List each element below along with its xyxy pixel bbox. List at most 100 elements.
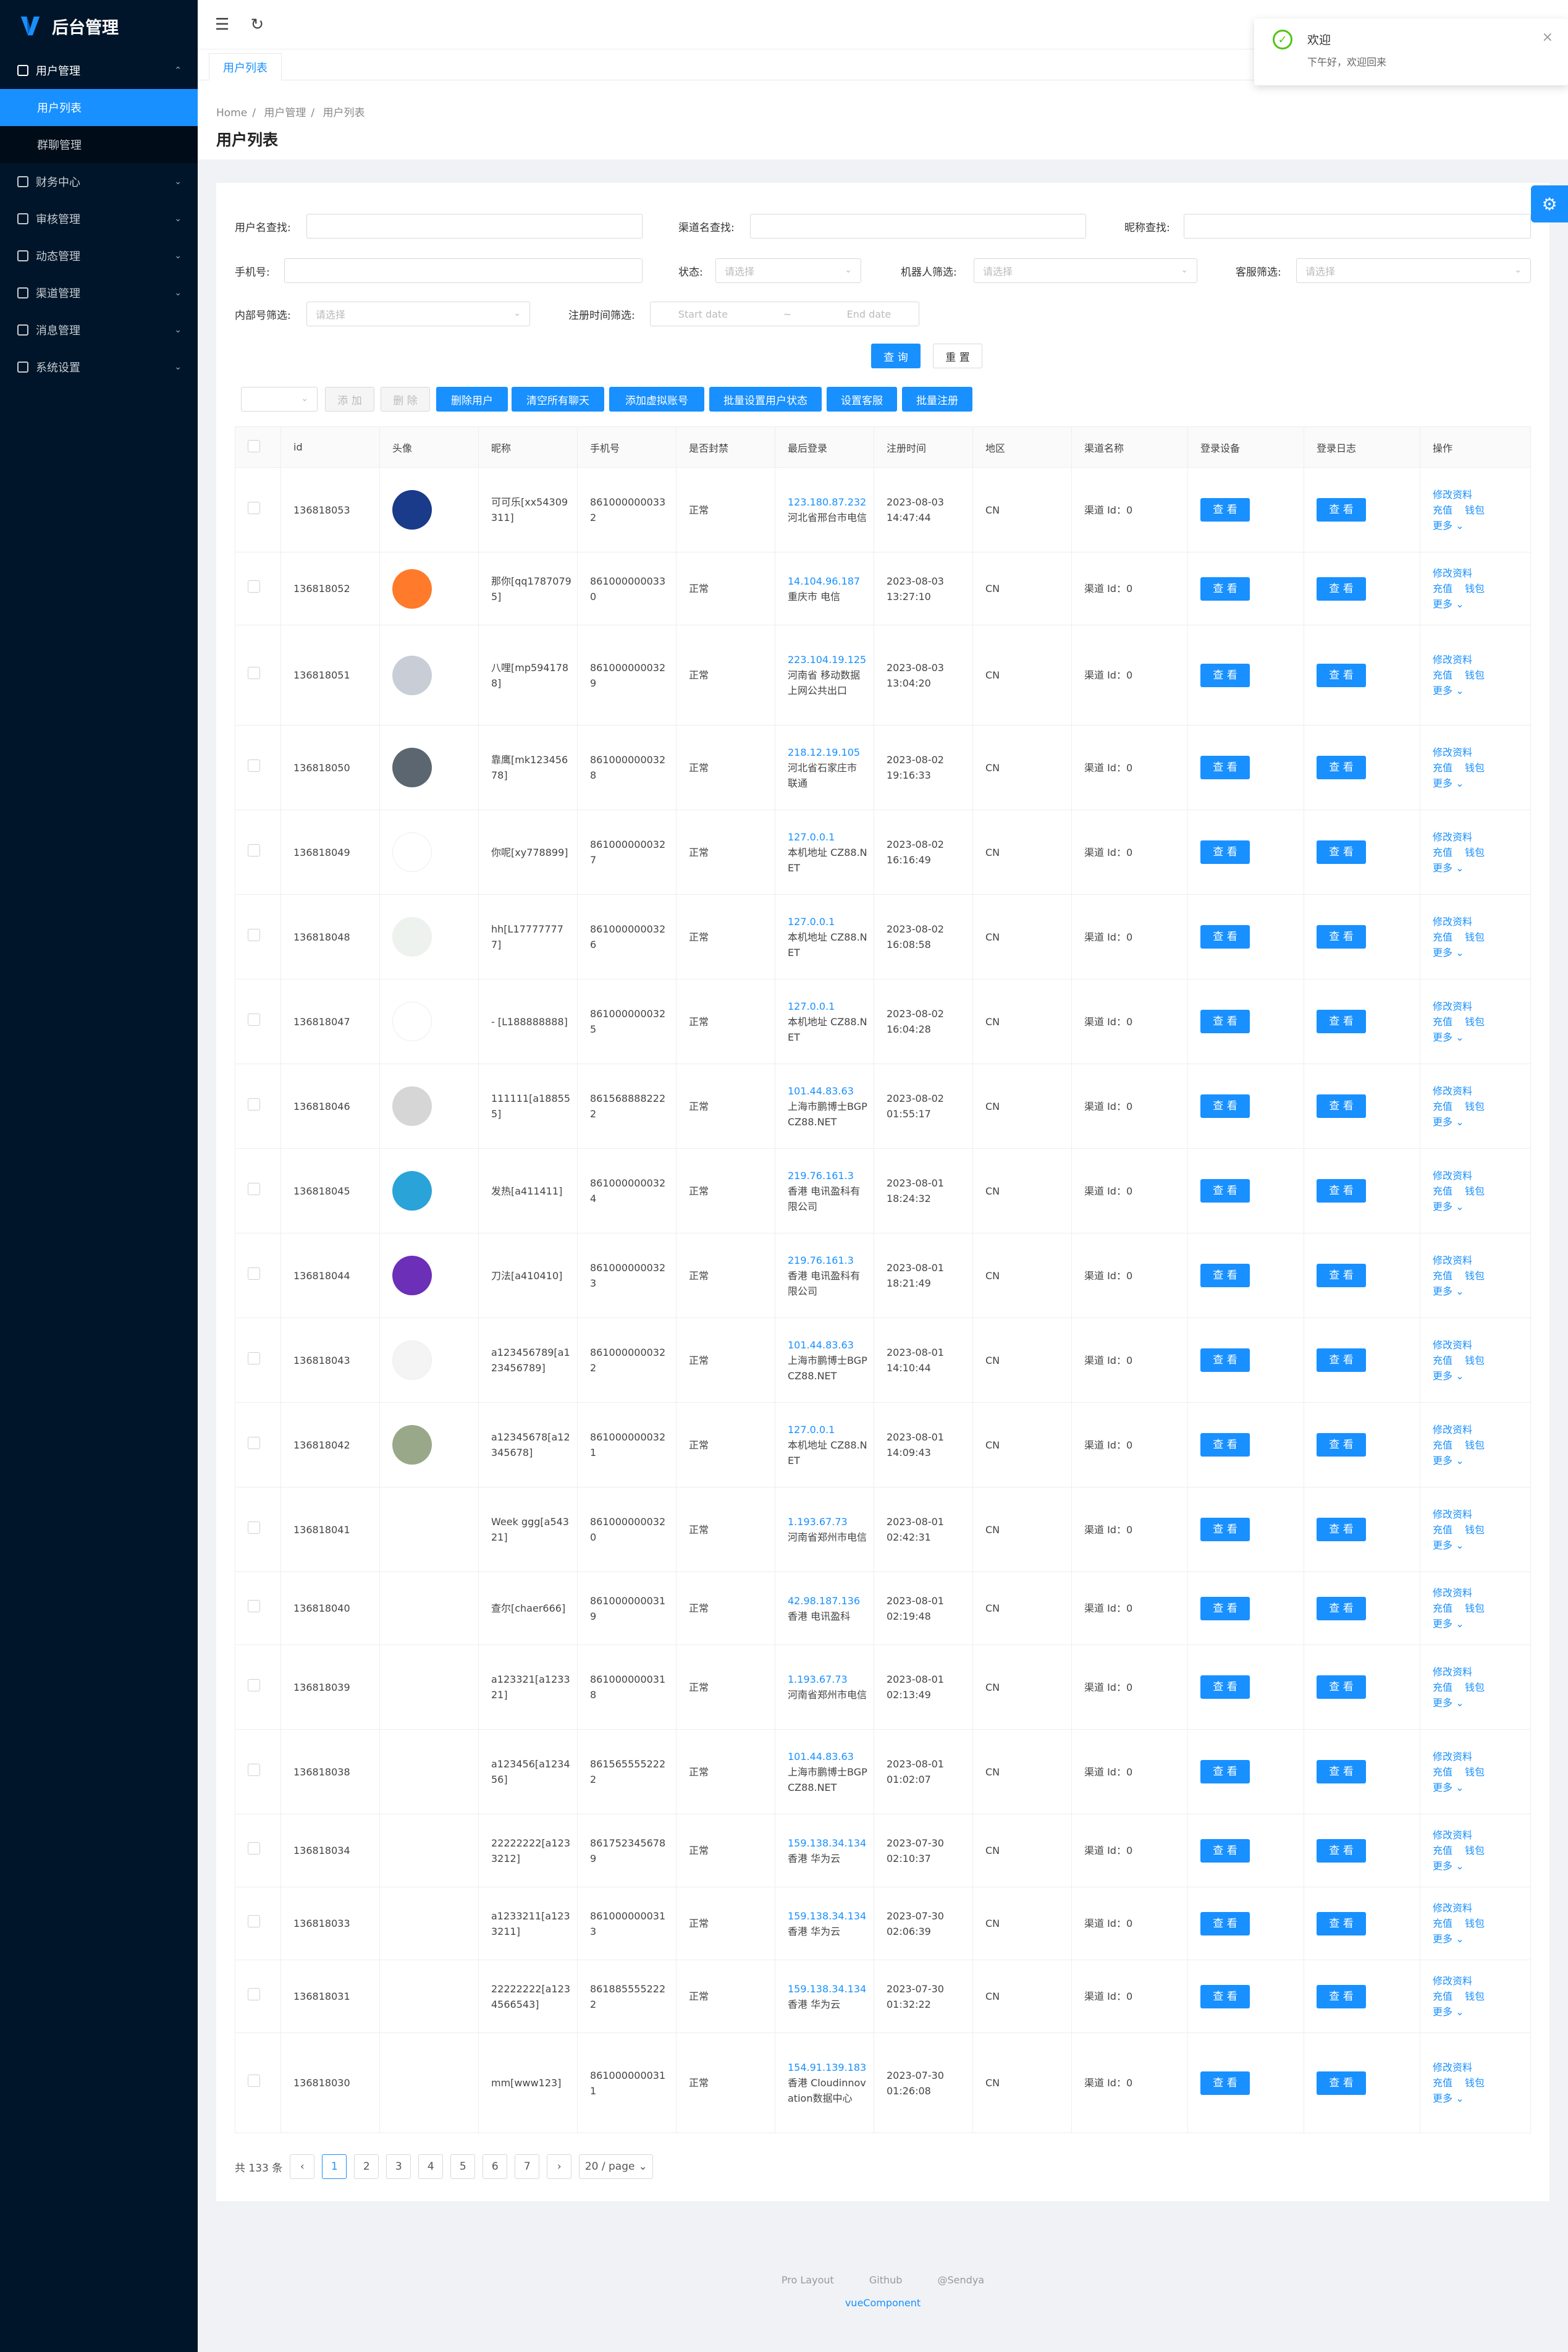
edit-profile-link[interactable]: 修改资料 [1433, 1170, 1472, 1182]
more-link[interactable]: 更多 ⌄ [1433, 1370, 1464, 1382]
last-login-ip[interactable]: 1.193.67.73 [788, 1672, 869, 1687]
more-link[interactable]: 更多 ⌄ [1433, 1285, 1464, 1297]
view-log-button[interactable]: 查 看 [1317, 1433, 1366, 1457]
edit-profile-link[interactable]: 修改资料 [1433, 1000, 1472, 1012]
reset-button[interactable]: 重 置 [933, 344, 982, 368]
recharge-link[interactable]: 充值 [1433, 2077, 1452, 2089]
phone-input[interactable] [284, 258, 643, 283]
edit-profile-link[interactable]: 修改资料 [1433, 1339, 1472, 1351]
breadcrumb-home[interactable]: Home [216, 107, 247, 119]
settings-drawer-toggle[interactable]: ⚙ [1531, 185, 1568, 222]
page-4-button[interactable]: 4 [418, 2154, 444, 2179]
last-login-ip[interactable]: 1.193.67.73 [788, 1514, 869, 1529]
view-log-button[interactable]: 查 看 [1317, 1264, 1366, 1287]
edit-profile-link[interactable]: 修改资料 [1433, 567, 1472, 579]
row-checkbox[interactable] [248, 1521, 260, 1534]
view-device-button[interactable]: 查 看 [1200, 663, 1250, 687]
edit-profile-link[interactable]: 修改资料 [1433, 831, 1472, 843]
last-login-ip[interactable]: 123.180.87.232 [788, 494, 869, 510]
row-checkbox[interactable] [248, 2075, 260, 2087]
recharge-link[interactable]: 充值 [1433, 1682, 1452, 1693]
menu-fold-icon[interactable]: ☰ [215, 15, 229, 34]
menu-group-5[interactable]: 消息管理 ⌄ [0, 311, 198, 349]
view-device-button[interactable]: 查 看 [1200, 1911, 1250, 1935]
edit-profile-link[interactable]: 修改资料 [1433, 1829, 1472, 1841]
wallet-link[interactable]: 钱包 [1465, 2077, 1485, 2089]
breadcrumb-user-mgmt[interactable]: 用户管理 [264, 107, 306, 119]
more-link[interactable]: 更多 ⌄ [1433, 1455, 1464, 1466]
edit-profile-link[interactable]: 修改资料 [1433, 2062, 1472, 2073]
recharge-link[interactable]: 充值 [1433, 669, 1452, 681]
view-device-button[interactable]: 查 看 [1200, 1760, 1250, 1783]
view-log-button[interactable]: 查 看 [1317, 1596, 1366, 1620]
menu-group-1[interactable]: 财务中心 ⌄ [0, 163, 198, 200]
edit-profile-link[interactable]: 修改资料 [1433, 1902, 1472, 1914]
recharge-link[interactable]: 充值 [1433, 931, 1452, 943]
menu-group-4[interactable]: 渠道管理 ⌄ [0, 274, 198, 311]
view-log-button[interactable]: 查 看 [1317, 925, 1366, 949]
more-link[interactable]: 更多 ⌄ [1433, 2006, 1464, 2018]
service-select[interactable]: 请选择 ⌄ [1296, 258, 1531, 283]
more-link[interactable]: 更多 ⌄ [1433, 1201, 1464, 1212]
last-login-ip[interactable]: 159.138.34.134 [788, 1981, 869, 1997]
menu-group-3[interactable]: 动态管理 ⌄ [0, 237, 198, 274]
row-checkbox[interactable] [248, 1436, 260, 1449]
more-link[interactable]: 更多 ⌄ [1433, 1618, 1464, 1630]
internal-select[interactable]: 请选择 ⌄ [306, 302, 530, 326]
view-device-button[interactable]: 查 看 [1200, 498, 1250, 522]
last-login-ip[interactable]: 101.44.83.63 [788, 1083, 869, 1099]
wallet-link[interactable]: 钱包 [1465, 1682, 1485, 1693]
bulk-select[interactable]: ⌄ [241, 387, 318, 412]
last-login-ip[interactable]: 154.91.139.183 [788, 2060, 869, 2075]
recharge-link[interactable]: 充值 [1433, 1990, 1452, 2002]
row-checkbox[interactable] [248, 1098, 260, 1110]
recharge-link[interactable]: 充值 [1433, 1439, 1452, 1451]
row-checkbox[interactable] [248, 1182, 260, 1195]
more-link[interactable]: 更多 ⌄ [1433, 2092, 1464, 2104]
row-checkbox[interactable] [248, 667, 260, 679]
view-device-button[interactable]: 查 看 [1200, 1433, 1250, 1457]
wallet-link[interactable]: 钱包 [1465, 1602, 1485, 1614]
recharge-link[interactable]: 充值 [1433, 1101, 1452, 1112]
reload-icon[interactable]: ↻ [250, 15, 264, 34]
more-link[interactable]: 更多 ⌄ [1433, 1860, 1464, 1872]
recharge-link[interactable]: 充值 [1433, 583, 1452, 594]
start-date[interactable]: Start date [678, 308, 728, 320]
view-log-button[interactable]: 查 看 [1317, 498, 1366, 522]
more-link[interactable]: 更多 ⌄ [1433, 685, 1464, 696]
view-device-button[interactable]: 查 看 [1200, 840, 1250, 864]
view-device-button[interactable]: 查 看 [1200, 1348, 1250, 1372]
recharge-link[interactable]: 充值 [1433, 1845, 1452, 1856]
next-page-button[interactable]: › [547, 2154, 572, 2179]
more-link[interactable]: 更多 ⌄ [1433, 862, 1464, 874]
page-5-button[interactable]: 5 [450, 2154, 476, 2179]
col-id[interactable]: id [280, 426, 380, 468]
page-6-button[interactable]: 6 [483, 2154, 508, 2179]
view-log-button[interactable]: 查 看 [1317, 1984, 1366, 2008]
recharge-link[interactable]: 充值 [1433, 1185, 1452, 1197]
wallet-link[interactable]: 钱包 [1465, 1990, 1485, 2002]
last-login-ip[interactable]: 127.0.0.1 [788, 999, 869, 1014]
last-login-ip[interactable]: 101.44.83.63 [788, 1337, 869, 1353]
view-device-button[interactable]: 查 看 [1200, 756, 1250, 779]
edit-profile-link[interactable]: 修改资料 [1433, 654, 1472, 666]
search-button[interactable]: 查 询 [871, 344, 921, 368]
footer-link-prolayout[interactable]: Pro Layout [782, 2274, 834, 2286]
row-checkbox[interactable] [248, 1988, 260, 2000]
wallet-link[interactable]: 钱包 [1465, 1185, 1485, 1197]
menu-group-2[interactable]: 审核管理 ⌄ [0, 200, 198, 237]
recharge-link[interactable]: 充值 [1433, 762, 1452, 774]
view-device-button[interactable]: 查 看 [1200, 1264, 1250, 1287]
row-checkbox[interactable] [248, 1915, 260, 1927]
edit-profile-link[interactable]: 修改资料 [1433, 1587, 1472, 1599]
view-device-button[interactable]: 查 看 [1200, 1596, 1250, 1620]
edit-profile-link[interactable]: 修改资料 [1433, 1424, 1472, 1436]
wallet-link[interactable]: 钱包 [1465, 762, 1485, 774]
footer-link-github[interactable]: Github [869, 2274, 903, 2286]
view-log-button[interactable]: 查 看 [1317, 1760, 1366, 1783]
row-checkbox[interactable] [248, 759, 260, 772]
view-log-button[interactable]: 查 看 [1317, 1518, 1366, 1541]
last-login-ip[interactable]: 159.138.34.134 [788, 1908, 869, 1924]
batch-status-button[interactable]: 批量设置用户状态 [709, 387, 822, 412]
row-checkbox[interactable] [248, 1352, 260, 1364]
